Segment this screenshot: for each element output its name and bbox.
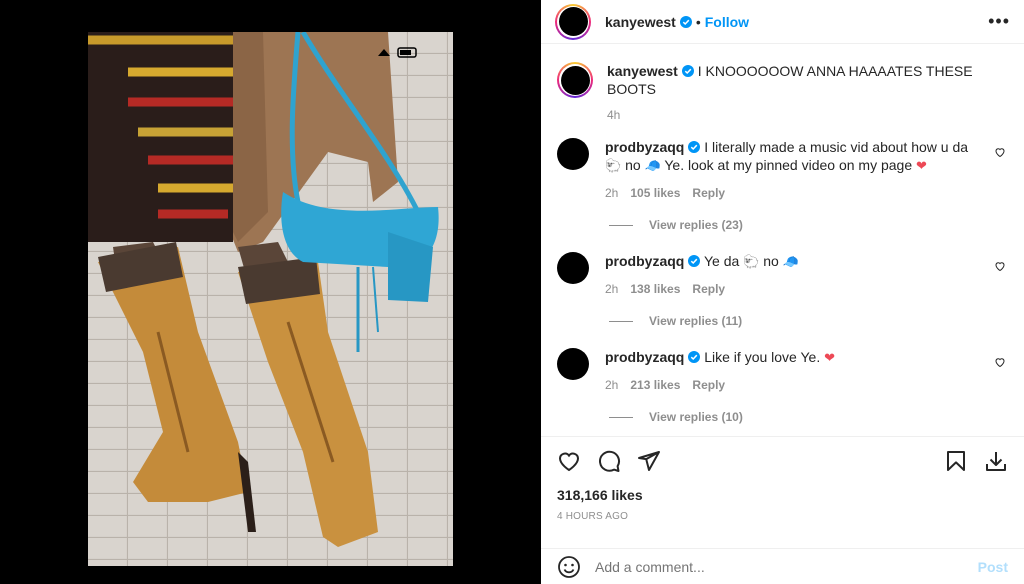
view-replies-button[interactable]: View replies (23) [609, 218, 1008, 232]
post-actions: 318,166 likes 4 HOURS AGO [541, 436, 1024, 522]
caption: kanyewest I KNOOOOOOW ANNA HAAAATES THES… [557, 52, 1008, 124]
comments-list[interactable]: kanyewest I KNOOOOOOW ANNA HAAAATES THES… [541, 52, 1024, 436]
post-header: kanyewest • Follow ••• [541, 0, 1024, 44]
view-replies-button[interactable]: View replies (11) [609, 314, 1008, 328]
author-avatar[interactable] [555, 3, 591, 40]
comment-likes[interactable]: 213 likes [630, 376, 680, 394]
comment-like-heart-icon[interactable] [994, 146, 1006, 158]
like-heart-icon[interactable] [557, 449, 581, 473]
comment-likes[interactable]: 105 likes [630, 184, 680, 202]
post-panel: kanyewest • Follow ••• kanyewest I KNOOO… [541, 0, 1024, 584]
commenter-avatar[interactable] [557, 348, 589, 380]
comment-username[interactable]: prodbyzaqq [605, 349, 684, 365]
comment-item: prodbyzaqq Ye da 🐑 no 🧢 2h 138 likes Rep… [557, 252, 1008, 298]
red-heart-emoji-icon: ❤ [916, 159, 927, 174]
reply-button[interactable]: Reply [692, 376, 725, 394]
comment-time: 2h [605, 186, 619, 200]
share-send-icon[interactable] [637, 449, 661, 473]
commenter-avatar[interactable] [557, 252, 589, 284]
cap-emoji-icon: 🧢 [644, 159, 661, 174]
media-stage [0, 0, 541, 584]
caption-avatar[interactable] [557, 62, 593, 98]
reply-button[interactable]: Reply [692, 280, 725, 298]
post-timestamp: 4 HOURS AGO [557, 511, 629, 522]
add-comment-bar: Post [541, 548, 1024, 584]
post-comment-button[interactable]: Post [978, 559, 1008, 575]
goat-emoji-icon: 🐑 [605, 159, 622, 174]
comment-item: prodbyzaqq Like if you love Ye. ❤ 2h 213… [557, 348, 1008, 394]
comment-bubble-icon[interactable] [597, 449, 621, 473]
emoji-smiley-icon[interactable] [557, 555, 581, 579]
goat-emoji-icon: 🐑 [743, 255, 760, 270]
commenter-avatar[interactable] [557, 138, 589, 170]
comment-time: 2h [605, 282, 619, 296]
comment-like-heart-icon[interactable] [994, 260, 1006, 272]
reply-button[interactable]: Reply [692, 184, 725, 202]
comment-item: prodbyzaqq I literally made a music vid … [557, 138, 1008, 202]
comment-username[interactable]: prodbyzaqq [605, 253, 684, 269]
comment-likes[interactable]: 138 likes [630, 280, 680, 298]
verified-badge-icon [688, 141, 701, 153]
comment-username[interactable]: prodbyzaqq [605, 139, 684, 155]
comment-text: Like if you love Ye. ❤ [704, 349, 836, 366]
download-icon[interactable] [984, 449, 1008, 473]
author-username[interactable]: kanyewest [605, 14, 676, 30]
comment-time: 2h [605, 378, 619, 392]
post-photo-illustration [88, 32, 453, 566]
comment-input[interactable] [595, 558, 955, 575]
more-options-icon[interactable]: ••• [988, 11, 1010, 32]
header-separator: • [695, 13, 701, 30]
view-replies-button[interactable]: View replies (10) [609, 410, 1008, 424]
verified-badge-icon [679, 15, 692, 28]
verified-badge-icon [681, 65, 694, 77]
post-likes-count[interactable]: 318,166 likes [557, 487, 1008, 503]
verified-badge-icon [688, 351, 701, 363]
red-heart-emoji-icon: ❤ [824, 351, 836, 366]
cap-emoji-icon: 🧢 [782, 255, 799, 270]
post-image[interactable] [88, 32, 453, 566]
caption-time: 4h [607, 108, 621, 122]
comment-like-heart-icon[interactable] [994, 356, 1006, 368]
caption-username[interactable]: kanyewest [607, 63, 678, 79]
save-bookmark-icon[interactable] [944, 449, 968, 473]
follow-button[interactable]: Follow [705, 14, 749, 30]
verified-badge-icon [688, 255, 701, 267]
comment-text: Ye da 🐑 no 🧢 [703, 253, 799, 270]
